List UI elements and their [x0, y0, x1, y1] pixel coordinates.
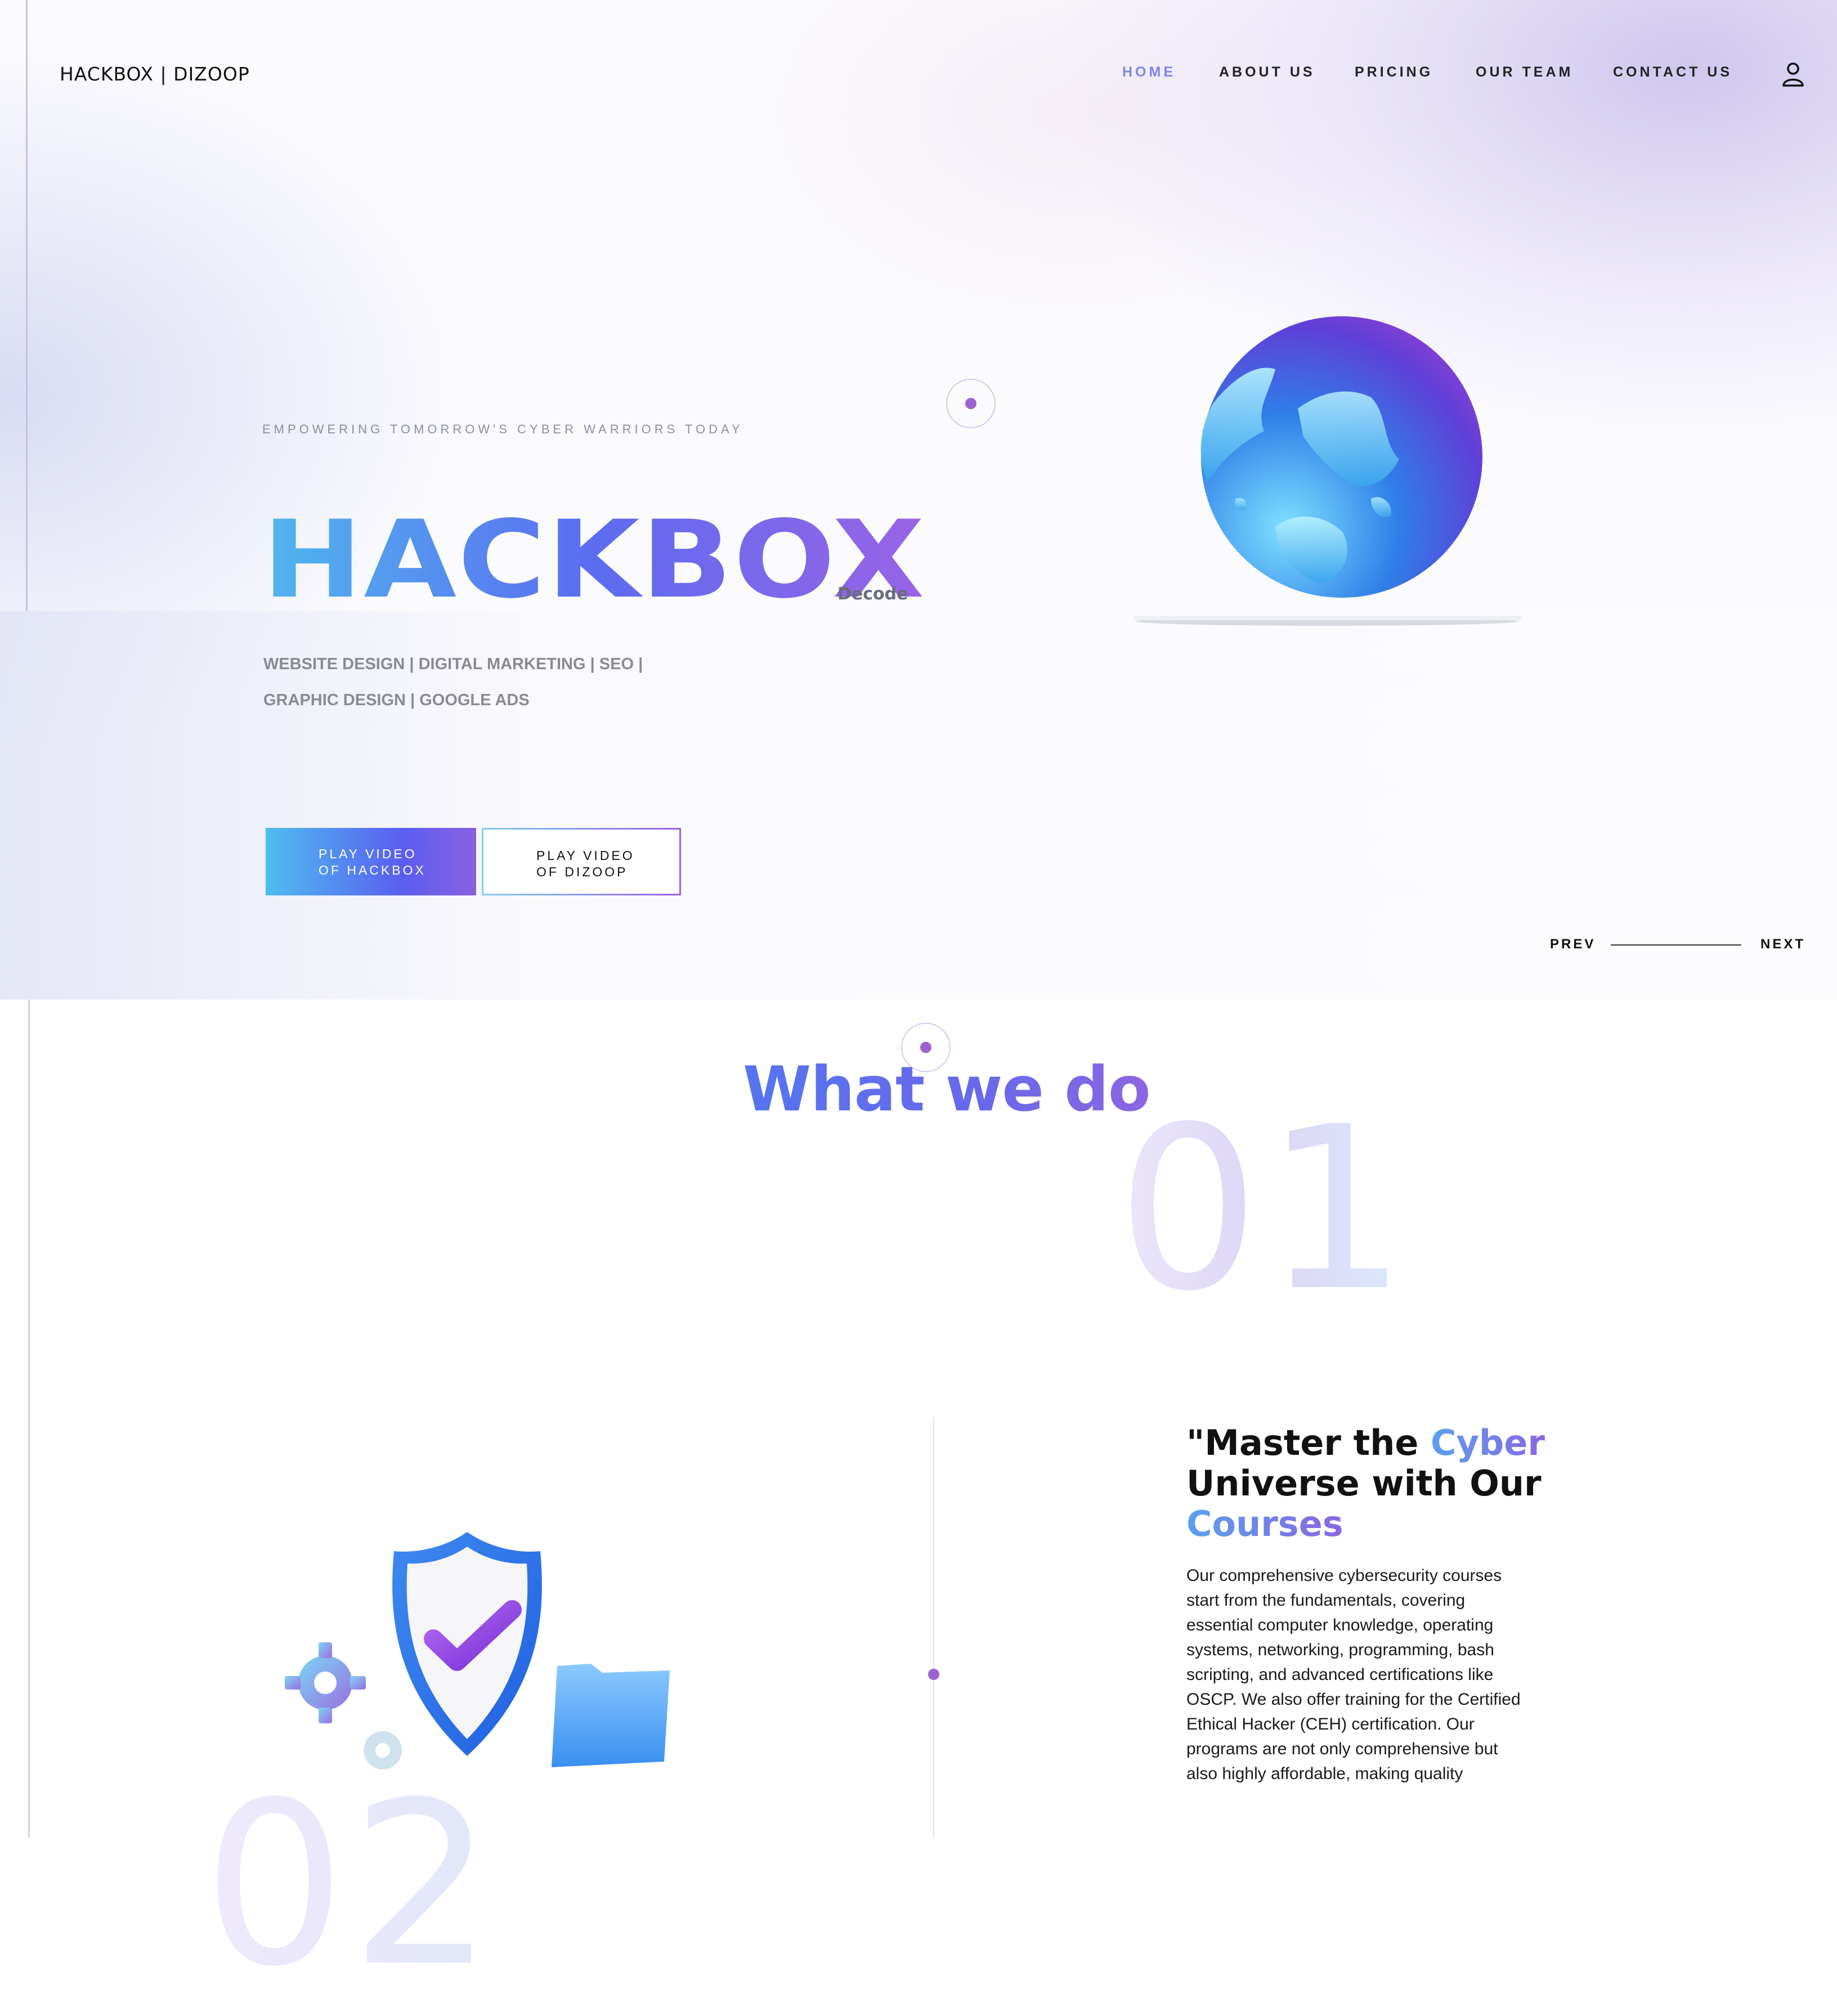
nav-our-team[interactable]: OUR TEAM: [1476, 64, 1573, 80]
button-label-line-2: OF HACKBOX: [319, 863, 426, 877]
next-section-number: 02: [203, 1754, 498, 2016]
hero-services: WEBSITE DESIGN | DIGITAL MARKETING | SEO…: [263, 646, 643, 718]
button-label-line-1: PLAY VIDEO: [319, 846, 417, 861]
play-video-dizoop-button[interactable]: PLAY VIDEO OF DIZOOP: [482, 828, 681, 895]
hero-title: HACKBOX: [262, 498, 926, 622]
section-title: What we do: [743, 1053, 1151, 1125]
section-divider: [933, 1417, 934, 1837]
divider-dot: [928, 1669, 939, 1680]
title-text-1: "Master the: [1186, 1422, 1431, 1463]
button-label-line-2: OF DIZOOP: [536, 864, 628, 879]
user-icon[interactable]: [1781, 61, 1805, 88]
hero-subtitle: Decode: [837, 584, 908, 604]
nav-about-us[interactable]: ABOUT US: [1219, 64, 1315, 80]
left-accent-line: [26, 0, 28, 611]
title-text-2: Universe with Our: [1186, 1463, 1542, 1504]
slider-prev-button[interactable]: PREV: [1550, 937, 1596, 952]
slider-progress-line: [1611, 944, 1741, 946]
play-video-hackbox-button[interactable]: PLAY VIDEO OF HACKBOX: [266, 828, 476, 895]
button-label-line-1: PLAY VIDEO: [536, 848, 635, 863]
shield-checkmark-image: [285, 1532, 670, 1769]
course-card-body: Our comprehensive cybersecurity courses …: [1186, 1566, 1521, 1783]
site-logo[interactable]: HACKBOX | DIZOOP: [60, 63, 250, 85]
title-highlight-cyber: Cyber: [1431, 1422, 1545, 1463]
nav-home[interactable]: HOME: [1122, 64, 1176, 80]
left-accent-line-lower: [28, 1000, 30, 1837]
nav-pricing[interactable]: PRICING: [1355, 64, 1433, 80]
services-line-2: GRAPHIC DESIGN | GOOGLE ADS: [263, 691, 530, 709]
nav-contact-us[interactable]: CONTACT US: [1613, 64, 1732, 80]
hero-tagline: EMPOWERING TOMORROW'S CYBER WARRIORS TOD…: [262, 422, 743, 436]
services-line-1: WEBSITE DESIGN | DIGITAL MARKETING | SEO…: [263, 655, 643, 673]
globe-laptop-image: [1133, 316, 1522, 626]
decorative-dot-ring: [946, 379, 996, 428]
course-card-title: "Master the Cyber Universe with Our Cour…: [1186, 1423, 1592, 1544]
section-number: 01: [1117, 1079, 1412, 1341]
slider-next-button[interactable]: NEXT: [1760, 937, 1805, 952]
title-highlight-courses: Courses: [1186, 1503, 1343, 1544]
